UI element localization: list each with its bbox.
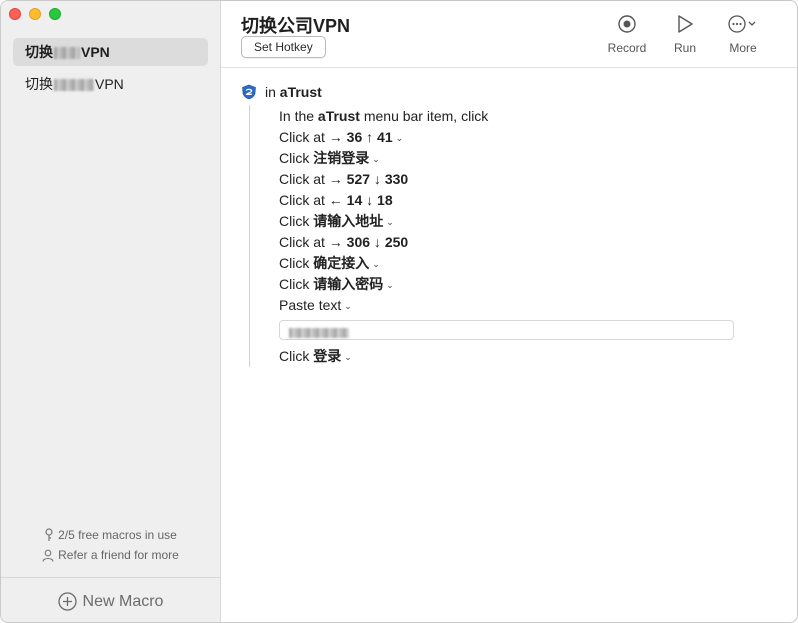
new-macro-label: New Macro	[82, 592, 164, 610]
chevron-down-icon[interactable]: ⌄	[386, 275, 394, 296]
run-button[interactable]: Run	[655, 13, 715, 55]
macro-list: 切换 VPN 切换 VPN	[13, 38, 208, 102]
editor-header: 切换公司VPN Set Hotkey Record Run More	[221, 1, 797, 68]
record-label: Record	[607, 41, 647, 55]
macro-name-suffix: VPN	[81, 44, 110, 60]
record-icon	[618, 15, 636, 33]
step-click-at[interactable]: Click at → 527 ↓ 330	[279, 169, 739, 190]
app-window: 切换 VPN 切换 VPN 2/5 free macros in use Ref…	[0, 0, 798, 623]
macro-name-prefix: 切换	[25, 76, 53, 92]
usage-text: 2/5 free macros in use	[58, 528, 177, 542]
macro-title[interactable]: 切换公司VPN	[241, 12, 350, 38]
maximize-window-button[interactable]	[49, 8, 61, 20]
more-button[interactable]: More	[713, 13, 773, 55]
run-label: Run	[673, 41, 696, 55]
redacted-text	[54, 47, 80, 60]
app-prefix: in	[265, 84, 276, 100]
step-click[interactable]: Click 确定接入 ⌄	[279, 253, 739, 274]
record-button[interactable]: Record	[597, 13, 657, 55]
step-menubar[interactable]: In the aTrust menu bar item, click	[279, 106, 739, 127]
ellipsis-circle-icon	[728, 15, 756, 33]
step-click-at[interactable]: Click at → 36 ↑ 41 ⌄	[279, 127, 739, 148]
referral-link[interactable]: Refer a friend for more	[58, 546, 179, 564]
macro-item-selected[interactable]: 切换 VPN	[13, 38, 208, 66]
new-macro-button[interactable]: New Macro	[1, 577, 220, 622]
macro-editor: 切换公司VPN Set Hotkey Record Run More in aT…	[221, 1, 797, 622]
more-label: More	[729, 41, 757, 55]
chevron-down-icon[interactable]: ⌄	[396, 128, 404, 149]
redacted-text	[289, 327, 349, 338]
chevron-down-icon[interactable]: ⌄	[344, 296, 352, 317]
plus-circle-icon	[57, 592, 77, 611]
usage-info: 2/5 free macros in use Refer a friend fo…	[1, 525, 220, 565]
step-click[interactable]: Click 请输入密码 ⌄	[279, 274, 739, 295]
step-click[interactable]: Click 请输入地址 ⌄	[279, 211, 739, 232]
person-icon	[42, 549, 54, 562]
window-controls	[9, 8, 61, 20]
sidebar: 切换 VPN 切换 VPN 2/5 free macros in use Ref…	[1, 1, 221, 622]
chevron-down-icon[interactable]: ⌄	[344, 347, 352, 368]
step-click-at[interactable]: Click at ← 14 ↓ 18	[279, 190, 739, 211]
step-list: In the aTrust menu bar item, click Click…	[279, 106, 739, 367]
close-window-button[interactable]	[9, 8, 21, 20]
step-guide-line	[249, 105, 250, 367]
chevron-down-icon[interactable]: ⌄	[386, 212, 394, 233]
set-hotkey-button[interactable]: Set Hotkey	[241, 36, 326, 58]
macro-name-prefix: 切换	[25, 44, 53, 60]
macro-name-suffix: VPN	[95, 76, 124, 92]
step-click-at[interactable]: Click at → 306 ↓ 250	[279, 232, 739, 253]
app-context: in aTrust	[241, 84, 322, 100]
atrust-app-icon	[242, 84, 256, 100]
step-click[interactable]: Click 注销登录 ⌄	[279, 148, 739, 169]
app-name: aTrust	[279, 84, 322, 100]
step-click[interactable]: Click 登录 ⌄	[279, 346, 739, 367]
chevron-down-icon[interactable]: ⌄	[372, 254, 380, 275]
minimize-window-button[interactable]	[29, 8, 41, 20]
redacted-text	[54, 79, 94, 92]
play-icon	[678, 15, 693, 33]
key-icon	[45, 528, 53, 541]
chevron-down-icon[interactable]: ⌄	[372, 149, 380, 170]
macro-item[interactable]: 切换 VPN	[13, 70, 208, 98]
step-paste-text[interactable]: Paste text ⌄	[279, 295, 739, 316]
paste-text-field[interactable]	[279, 320, 734, 340]
